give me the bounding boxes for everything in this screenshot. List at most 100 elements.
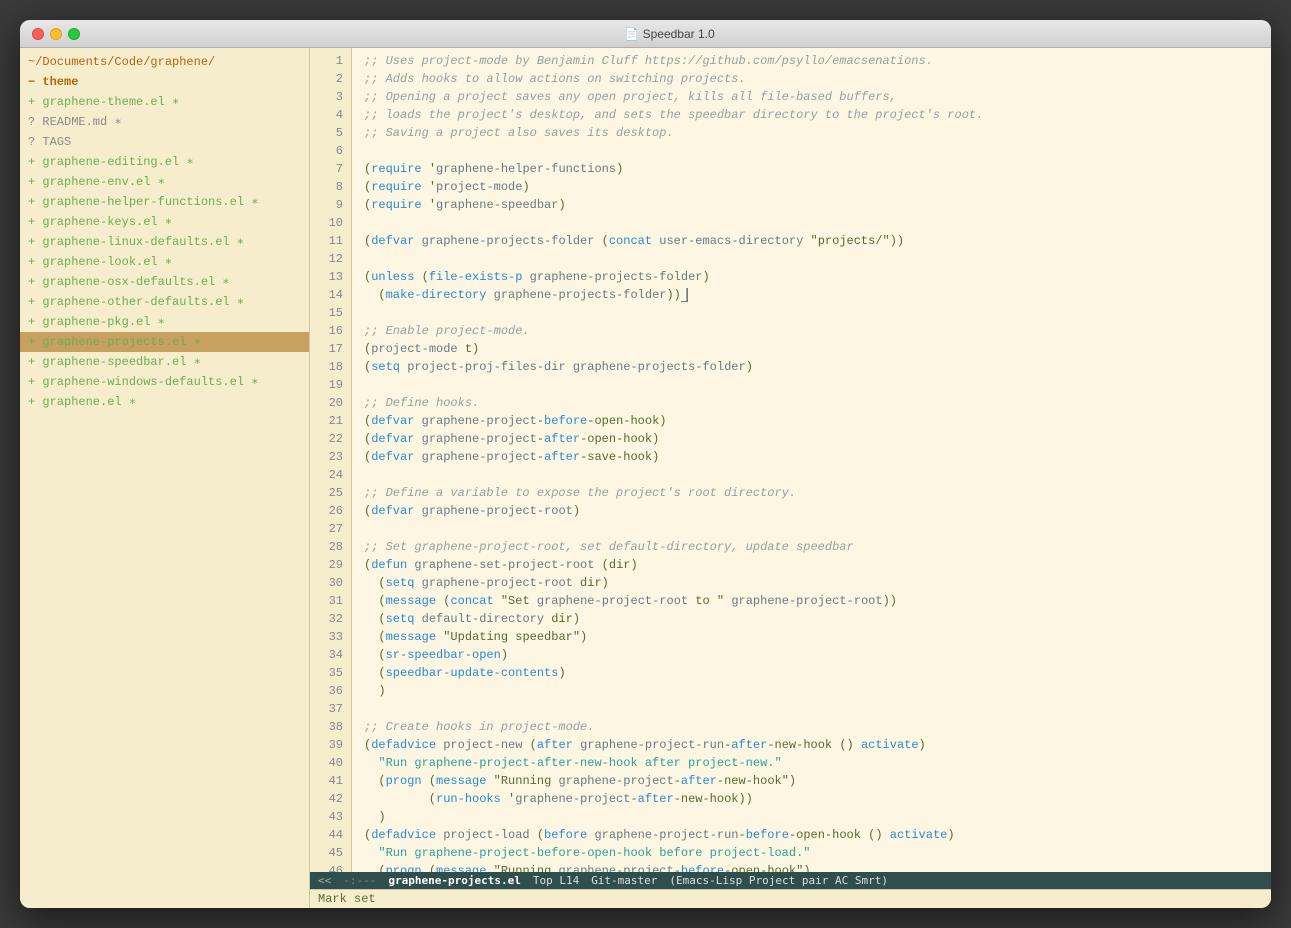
line-number: 34 — [310, 646, 351, 664]
minimize-button[interactable] — [50, 28, 62, 40]
sidebar-item[interactable]: + graphene-look.el ∗ — [20, 252, 309, 272]
line-number: 23 — [310, 448, 351, 466]
line-number: 29 — [310, 556, 351, 574]
code-line: ;; Opening a project saves any open proj… — [364, 88, 1259, 106]
code-line — [364, 250, 1259, 268]
line-number: 8 — [310, 178, 351, 196]
line-number: 16 — [310, 322, 351, 340]
code-line: "Run graphene-project-before-open-hook b… — [364, 844, 1259, 862]
line-number: 15 — [310, 304, 351, 322]
close-button[interactable] — [32, 28, 44, 40]
status-nav: << — [318, 874, 331, 887]
sidebar-item[interactable]: + graphene-linux-defaults.el ∗ — [20, 232, 309, 252]
line-number: 26 — [310, 502, 351, 520]
line-number: 5 — [310, 124, 351, 142]
sidebar-item[interactable]: ? README.md ∗ — [20, 112, 309, 132]
code-line — [364, 376, 1259, 394]
code-line: ;; Saving a project also saves its deskt… — [364, 124, 1259, 142]
line-number: 33 — [310, 628, 351, 646]
code-line: (defadvice project-new (after graphene-p… — [364, 736, 1259, 754]
line-number: 24 — [310, 466, 351, 484]
line-number: 43 — [310, 808, 351, 826]
main-window: 📄 Speedbar 1.0 ~/Documents/Code/graphene… — [20, 20, 1271, 908]
code-line: (require 'graphene-speedbar) — [364, 196, 1259, 214]
mark-set-text: Mark set — [318, 892, 376, 906]
code-line — [364, 700, 1259, 718]
line-number: 39 — [310, 736, 351, 754]
code-line — [364, 466, 1259, 484]
line-number: 10 — [310, 214, 351, 232]
line-number: 2 — [310, 70, 351, 88]
line-number: 18 — [310, 358, 351, 376]
sidebar-item[interactable]: + graphene-theme.el ∗ — [20, 92, 309, 112]
line-number: 4 — [310, 106, 351, 124]
line-number: 13 — [310, 268, 351, 286]
main-content: ~/Documents/Code/graphene/− theme + grap… — [20, 48, 1271, 908]
code-line: (setq graphene-project-root dir) — [364, 574, 1259, 592]
code-line: (unless (file-exists-p graphene-projects… — [364, 268, 1259, 286]
status-separator: -:--- — [343, 874, 376, 887]
code-view[interactable]: 1234567891011121314151617181920212223242… — [310, 48, 1271, 872]
line-number: 22 — [310, 430, 351, 448]
sidebar-item[interactable]: + graphene-projects.el ∗ — [20, 332, 309, 352]
line-number: 41 — [310, 772, 351, 790]
line-number: 27 — [310, 520, 351, 538]
traffic-lights — [32, 28, 80, 40]
line-number: 35 — [310, 664, 351, 682]
line-number: 12 — [310, 250, 351, 268]
line-number: 17 — [310, 340, 351, 358]
sidebar-item[interactable]: + graphene-speedbar.el ∗ — [20, 352, 309, 372]
sidebar-item[interactable]: + graphene-keys.el ∗ — [20, 212, 309, 232]
status-bar: << -:--- graphene-projects.el Top L14 Gi… — [310, 872, 1271, 889]
code-line: (defvar graphene-project-after-save-hook… — [364, 448, 1259, 466]
code-line: ;; Set graphene-project-root, set defaul… — [364, 538, 1259, 556]
code-line: (require 'project-mode) — [364, 178, 1259, 196]
sidebar-item[interactable]: + graphene-osx-defaults.el ∗ — [20, 272, 309, 292]
sidebar[interactable]: ~/Documents/Code/graphene/− theme + grap… — [20, 48, 310, 908]
code-line: (project-mode t) — [364, 340, 1259, 358]
line-number: 1 — [310, 52, 351, 70]
code-line: (message "Updating speedbar") — [364, 628, 1259, 646]
maximize-button[interactable] — [68, 28, 80, 40]
code-line: (progn (message "Running graphene-projec… — [364, 772, 1259, 790]
code-line: (defun graphene-set-project-root (dir) — [364, 556, 1259, 574]
code-line: (defvar graphene-project-root) — [364, 502, 1259, 520]
code-line: ;; Define hooks. — [364, 394, 1259, 412]
sidebar-item[interactable]: + graphene-windows-defaults.el ∗ — [20, 372, 309, 392]
line-number: 46 — [310, 862, 351, 872]
sidebar-item[interactable]: ? TAGS — [20, 132, 309, 152]
code-line: (require 'graphene-helper-functions) — [364, 160, 1259, 178]
sidebar-item[interactable]: + graphene-editing.el ∗ — [20, 152, 309, 172]
line-number: 19 — [310, 376, 351, 394]
line-number: 3 — [310, 88, 351, 106]
sidebar-item[interactable]: + graphene-other-defaults.el ∗ — [20, 292, 309, 312]
code-line: "Run graphene-project-after-new-hook aft… — [364, 754, 1259, 772]
code-content[interactable]: ;; Uses project-mode by Benjamin Cluff h… — [352, 48, 1271, 872]
line-number: 20 — [310, 394, 351, 412]
sidebar-item[interactable]: − theme — [20, 72, 309, 92]
sidebar-item[interactable]: + graphene-pkg.el ∗ — [20, 312, 309, 332]
sidebar-item[interactable]: + graphene.el ∗ — [20, 392, 309, 412]
line-number: 38 — [310, 718, 351, 736]
code-line — [364, 520, 1259, 538]
status-position: Top L14 — [533, 874, 579, 887]
code-line: ;; Adds hooks to allow actions on switch… — [364, 70, 1259, 88]
line-number: 11 — [310, 232, 351, 250]
sidebar-item[interactable]: + graphene-helper-functions.el ∗ — [20, 192, 309, 212]
code-line — [364, 214, 1259, 232]
line-number: 40 — [310, 754, 351, 772]
line-number: 45 — [310, 844, 351, 862]
code-line: ;; Enable project-mode. — [364, 322, 1259, 340]
line-number: 42 — [310, 790, 351, 808]
sidebar-item[interactable]: + graphene-env.el ∗ — [20, 172, 309, 192]
code-line: ;; Define a variable to expose the proje… — [364, 484, 1259, 502]
sidebar-item[interactable]: ~/Documents/Code/graphene/ — [20, 52, 309, 72]
code-line: (progn (message "Running graphene-projec… — [364, 862, 1259, 872]
line-number: 32 — [310, 610, 351, 628]
code-line: (defvar graphene-project-before-open-hoo… — [364, 412, 1259, 430]
code-line — [364, 142, 1259, 160]
line-number: 30 — [310, 574, 351, 592]
bottom-bar: Mark set — [310, 889, 1271, 908]
status-modes: (Emacs-Lisp Project pair AC Smrt) — [669, 874, 888, 887]
line-number: 44 — [310, 826, 351, 844]
